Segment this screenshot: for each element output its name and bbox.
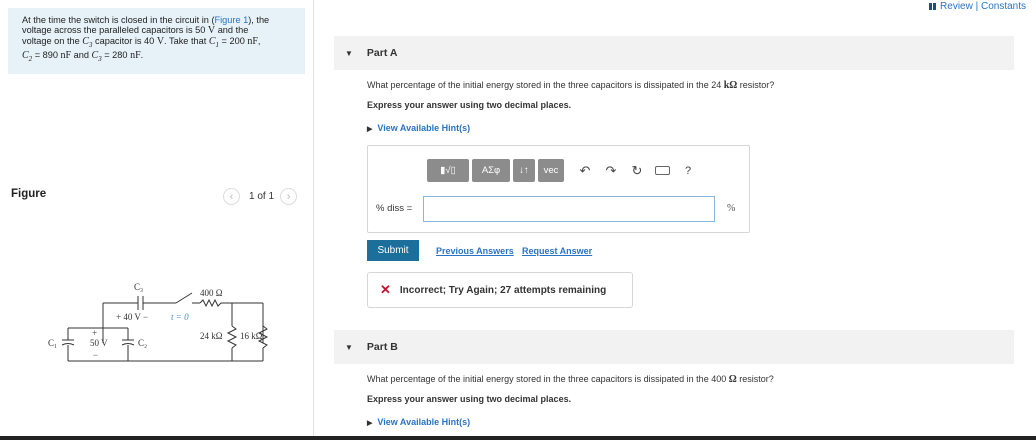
volt-symbol: V <box>156 36 165 48</box>
part-a-title: Part A <box>366 47 398 59</box>
triangle-right-icon: ▶ <box>367 420 373 427</box>
nf-unit: nF <box>130 50 141 62</box>
vec-button[interactable]: vec <box>538 159 564 182</box>
c1-label: C₁ <box>48 338 57 348</box>
v40-label: + 40 V − <box>116 312 148 322</box>
r400-label: 400 Ω <box>200 288 223 298</box>
r16-label: 16 kΩ <box>240 331 263 341</box>
problem-text: . Take that <box>164 36 209 47</box>
review-constants-link[interactable]: Review | Constants <box>929 1 1026 12</box>
question-text: What percentage of the initial energy st… <box>367 374 729 384</box>
plus-label: + <box>92 328 97 338</box>
triangle-right-icon: ▶ <box>367 126 373 133</box>
problem-text: and <box>71 50 92 61</box>
question-text: What percentage of the initial energy st… <box>367 80 724 90</box>
caret-down-icon: ▼ <box>345 342 353 352</box>
question-unit: kΩ <box>723 80 738 91</box>
previous-answers-link[interactable]: Previous Answers <box>436 246 514 256</box>
reset-icon[interactable]: ↻ <box>629 163 645 179</box>
problem-text: and the <box>215 25 249 36</box>
hint-text: View Available Hint(s) <box>377 123 471 133</box>
feedback-text: Incorrect; Try Again; 27 attempts remain… <box>399 284 607 296</box>
part-b-question: What percentage of the initial energy st… <box>367 374 774 385</box>
c2-symbol: C <box>22 50 29 62</box>
problem-statement: At the time the switch is closed in the … <box>8 8 305 74</box>
question-text: resistor? <box>736 374 774 384</box>
caret-down-icon: ▼ <box>345 48 353 58</box>
c1-symbol: C <box>208 36 216 48</box>
review-constants-text: Review | Constants <box>940 1 1026 12</box>
part-a-header[interactable]: ▼ Part A <box>334 36 1014 70</box>
part-a-instruction: Express your answer using two decimal pl… <box>367 100 572 110</box>
prev-figure-button[interactable]: ‹ <box>223 188 240 205</box>
part-b-hint-link[interactable]: ▶ View Available Hint(s) <box>367 417 470 427</box>
minus-label: − <box>93 350 98 360</box>
figure-pager: ‹ 1 of 1 › <box>223 188 298 205</box>
math-toolbar: ▮√▯ AΣφ ↓↑ vec ↶ ↷ ↻ ? <box>427 159 696 182</box>
part-a-question: What percentage of the initial energy st… <box>367 80 774 91</box>
question-unit: Ω <box>728 374 737 385</box>
answer-input[interactable] <box>423 196 715 222</box>
r24-label: 24 kΩ <box>200 331 223 341</box>
submit-button[interactable]: Submit <box>367 240 419 261</box>
problem-text: voltage on the <box>22 36 83 47</box>
next-figure-button[interactable]: › <box>280 188 298 205</box>
figure-label: Figure <box>11 188 47 200</box>
nf-unit: nF <box>60 50 72 62</box>
problem-text: ), the <box>248 15 270 25</box>
question-text: resistor? <box>737 80 775 90</box>
greek-button[interactable]: AΣφ <box>472 159 510 182</box>
request-answer-link[interactable]: Request Answer <box>522 246 592 256</box>
x-icon: ✕ <box>380 282 391 297</box>
answer-box: ▮√▯ AΣφ ↓↑ vec ↶ ↷ ↻ ? % diss = % <box>367 145 750 233</box>
circuit-diagram: C₃ + 40 V − t = 0 400 Ω 24 kΩ 16 kΩ C₁ 5… <box>48 282 269 362</box>
feedback-box: ✕ Incorrect; Try Again; 27 attempts rema… <box>367 272 633 308</box>
pager-text: 1 of 1 <box>249 191 275 202</box>
templates-button[interactable]: ▮√▯ <box>427 159 469 182</box>
keyboard-icon[interactable] <box>655 166 670 175</box>
part-b-instruction: Express your answer using two decimal pl… <box>367 394 572 404</box>
redo-icon[interactable]: ↷ <box>603 163 619 179</box>
c3-value: = 280 <box>101 50 131 61</box>
review-icon <box>929 3 937 10</box>
help-icon[interactable]: ? <box>680 165 696 177</box>
c3-label: C₃ <box>134 282 143 292</box>
left-pane: At the time the switch is closed in the … <box>0 0 314 436</box>
c2-label: C₂ <box>138 338 147 348</box>
c1-value: = 200 <box>219 36 248 47</box>
hint-text: View Available Hint(s) <box>377 417 471 427</box>
undo-icon[interactable]: ↶ <box>577 163 593 179</box>
part-b-title: Part B <box>366 341 398 353</box>
answer-label: % diss = <box>376 203 413 214</box>
part-a-hint-link[interactable]: ▶ View Available Hint(s) <box>367 123 470 133</box>
c3-symbol: C <box>82 36 89 48</box>
arrows-button[interactable]: ↓↑ <box>513 159 535 182</box>
v50-label: 50 V <box>90 338 108 348</box>
bottom-border <box>0 436 1036 440</box>
c2-value: = 890 <box>32 50 61 61</box>
answer-unit: % <box>727 203 736 214</box>
problem-text: At the time the switch is closed in the … <box>22 15 215 25</box>
figure-link[interactable]: Figure 1 <box>215 15 249 25</box>
problem-text: capacitor is 40 <box>92 36 157 47</box>
t0-label: t = 0 <box>171 312 189 322</box>
nf-unit: nF <box>247 36 258 48</box>
part-b-header[interactable]: ▼ Part B <box>334 330 1014 364</box>
problem-text: voltage across the paralleled capacitors… <box>22 25 208 36</box>
